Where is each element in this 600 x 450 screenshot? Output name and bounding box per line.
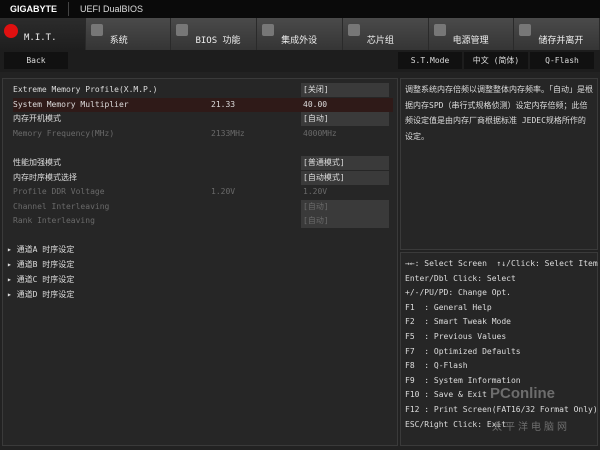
submenu-item[interactable]: ▸ 通道B 时序设定 (7, 258, 74, 272)
setting-row[interactable]: System Memory Multiplier 21.33 40.00 (13, 98, 393, 112)
setting-row[interactable]: 性能加强模式 [普通模式] (13, 156, 393, 170)
st-mode-button[interactable]: S.T.Mode (398, 52, 462, 69)
divider (68, 2, 69, 16)
language-button[interactable]: 中文 (简体) (464, 52, 528, 69)
setting-name: Channel Interleaving (13, 202, 110, 211)
tab-label: BIOS 功能 (195, 36, 241, 46)
tab-5[interactable]: 电源管理 (428, 18, 515, 50)
expand-arrow-icon: ▸ (7, 260, 17, 269)
setting-value[interactable]: [自动模式] (301, 171, 389, 185)
tab-1[interactable]: 系统 (85, 18, 172, 50)
setting-value[interactable]: [自动] (301, 112, 389, 126)
mit-icon (4, 24, 18, 38)
setting-value[interactable]: [关闭] (301, 83, 389, 97)
setting-row[interactable]: 内存开机模式 [自动] (13, 112, 393, 126)
setting-name: 性能加强模式 (13, 158, 61, 167)
expand-arrow-icon: ▸ (7, 275, 17, 284)
watermark-text: 太平洋电脑网 (492, 422, 570, 433)
tab-label: 储存并离开 (538, 36, 584, 46)
setting-row[interactable]: Extreme Memory Profile(X.M.P.) [关闭] (13, 83, 393, 97)
tab-2[interactable]: BIOS 功能 (171, 18, 258, 50)
setting-value[interactable]: 1.20V (301, 185, 389, 199)
app-title: UEFI DualBIOS (80, 4, 144, 14)
key-hint: F12 : Print Screen(FAT16/32 Format Only) (405, 404, 598, 414)
key-hint: F5 : Previous Values (405, 331, 507, 341)
expand-arrow-icon: ▸ (7, 290, 17, 299)
tab-label: 集成外设 (281, 36, 318, 46)
tab-label: 系统 (109, 36, 128, 46)
main-tabs: M.I.T. 系统 BIOS 功能 集成外设 芯片组 电源管理 储存并离开 (0, 18, 600, 50)
submenu-label: 通道B 时序设定 (16, 260, 75, 269)
setting-name: 内存开机模式 (13, 114, 61, 123)
tab-3[interactable]: 集成外设 (257, 18, 343, 50)
setting-row[interactable]: Rank Interleaving [自动] (13, 214, 393, 228)
tab-label: M.I.T. (24, 33, 57, 43)
key-hint: F8 : Q-Flash (405, 361, 468, 371)
tab-label: 电源管理 (452, 36, 489, 46)
setting-value[interactable]: [普通模式] (301, 156, 389, 170)
qflash-button[interactable]: Q-Flash (530, 52, 594, 69)
setting-name: Memory Frequency(MHz) (13, 129, 115, 138)
exit-icon (519, 24, 532, 36)
setting-name: Profile DDR Voltage (13, 187, 105, 196)
setting-row[interactable]: Profile DDR Voltage 1.20V 1.20V (13, 185, 393, 199)
back-button[interactable]: Back (4, 52, 68, 69)
expand-arrow-icon: ▸ (7, 245, 17, 254)
setting-name: 内存时序模式选择 (13, 173, 77, 182)
settings-panel: Extreme Memory Profile(X.M.P.) [关闭] System… (2, 78, 398, 446)
chipset-icon (347, 24, 360, 36)
bios-icon (176, 24, 189, 36)
submenu-item[interactable]: ▸ 通道D 时序设定 (7, 288, 74, 302)
gear-icon (90, 24, 103, 36)
tab-0[interactable]: M.I.T. (0, 18, 86, 50)
key-hint: F1 : General Help (405, 302, 492, 312)
submenu-label: 通道D 时序设定 (16, 290, 75, 299)
setting-name: Rank Interleaving (13, 216, 95, 225)
key-hint: F7 : Optimized Defaults (405, 346, 521, 356)
tab-4[interactable]: 芯片组 (342, 18, 429, 50)
sub-toolbar: Back S.T.Mode 中文 (简体) Q-Flash (0, 50, 600, 72)
setting-value[interactable]: 4000MHz (301, 127, 389, 141)
tab-6[interactable]: 储存并离开 (514, 18, 600, 50)
setting-current: 21.33 (211, 100, 236, 109)
setting-value[interactable]: [自动] (301, 200, 389, 214)
setting-row[interactable]: Memory Frequency(MHz) 2133MHz 4000MHz (13, 127, 393, 141)
setting-name: Extreme Memory Profile(X.M.P.) (13, 85, 158, 94)
title-bar: GIGABYTE UEFI DualBIOS (0, 0, 600, 18)
key-hint: F2 : Smart Tweak Mode (405, 317, 511, 327)
submenu-label: 通道C 时序设定 (16, 275, 75, 284)
power-icon (433, 24, 446, 36)
submenu-item[interactable]: ▸ 通道A 时序设定 (7, 243, 74, 257)
watermark-logo: PConline (490, 385, 556, 402)
setting-row[interactable]: Channel Interleaving [自动] (13, 200, 393, 214)
setting-value[interactable]: 40.00 (301, 98, 389, 112)
help-panel: 调整系统内存倍频以调整整体内存频率。「自动」是根据内存SPD（串行式规格侦测）设… (400, 78, 598, 250)
key-legend: →←: Select Screen ↑↓/Click: Select Item E… (400, 252, 598, 446)
peripherals-icon (262, 24, 275, 36)
key-hint: +/-/PU/PD: Change Opt. (405, 288, 511, 298)
setting-name: System Memory Multiplier (13, 100, 129, 109)
setting-value[interactable]: [自动] (301, 214, 389, 228)
key-hint: →←: Select Screen ↑↓/Click: Select Item (405, 259, 598, 268)
key-hint: Enter/Dbl Click: Select (405, 273, 516, 283)
setting-row[interactable]: 内存时序模式选择 [自动模式] (13, 171, 393, 185)
setting-current: 2133MHz (211, 129, 245, 138)
tab-label: 芯片组 (366, 36, 394, 46)
submenu-item[interactable]: ▸ 通道C 时序设定 (7, 273, 74, 287)
gigabyte-logo: GIGABYTE (10, 4, 58, 14)
setting-current: 1.20V (211, 187, 236, 196)
submenu-label: 通道A 时序设定 (16, 245, 75, 254)
